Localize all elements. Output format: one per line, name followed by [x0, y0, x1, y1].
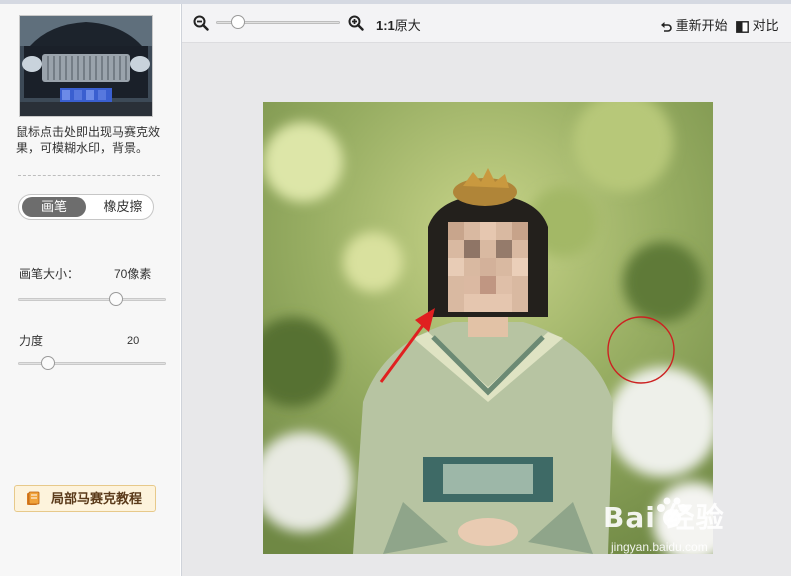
- strength-value: 20: [127, 335, 140, 347]
- toolbar: 1:1原大 重新开始 对比: [182, 4, 791, 43]
- baidu-watermark: Bai 经验 jingyan.baidu.com: [603, 496, 773, 556]
- compare-icon: [736, 20, 749, 33]
- car-image: [20, 16, 152, 116]
- compare-button[interactable]: 对比: [736, 15, 779, 34]
- watermark-url: jingyan.baidu.com: [611, 540, 708, 554]
- reset-label: 重新开始: [675, 18, 728, 33]
- original-size-label: 原大: [394, 18, 421, 33]
- eraser-tab[interactable]: 橡皮擦: [95, 197, 151, 217]
- strength-slider-handle[interactable]: [40, 356, 55, 370]
- divider: [18, 175, 160, 176]
- watermark-text: Bai 经验: [603, 501, 725, 534]
- strength-label: 力度: [19, 334, 44, 348]
- reset-button[interactable]: 重新开始: [660, 15, 728, 34]
- source-thumbnail[interactable]: [19, 15, 153, 117]
- tutorial-label: 局部马赛克教程: [51, 491, 143, 506]
- original-size-button[interactable]: 1:1原大: [376, 15, 421, 34]
- brush-tab[interactable]: 画笔: [22, 197, 86, 217]
- editor-main: 1:1原大 重新开始 对比 Bai 经验 jingyan.baidu.com: [181, 4, 791, 576]
- brush-size-slider[interactable]: [18, 298, 166, 301]
- zoom-slider-handle[interactable]: [231, 15, 246, 29]
- undo-icon: [661, 21, 672, 32]
- mosaic-description: 鼠标点击处即出现马赛克效果，可模糊水印，背景。: [16, 125, 161, 155]
- zoom-in-icon[interactable]: [348, 15, 364, 31]
- left-panel: 鼠标点击处即出现马赛克效果，可模糊水印，背景。 画笔 橡皮擦 画笔大小： 70像…: [0, 4, 180, 576]
- editing-canvas[interactable]: [263, 102, 713, 554]
- book-icon: [27, 491, 40, 505]
- brush-size-slider-handle[interactable]: [108, 292, 123, 306]
- brush-size-value: 70像素: [114, 267, 152, 281]
- brush-size-label: 画笔大小：: [19, 267, 80, 281]
- brush-eraser-toggle: 画笔 橡皮擦: [18, 194, 154, 220]
- photo-image: [263, 102, 713, 554]
- compare-label: 对比: [752, 18, 779, 33]
- mosaic-tutorial-button[interactable]: 局部马赛克教程: [14, 485, 156, 512]
- zoom-out-icon[interactable]: [193, 15, 209, 31]
- ratio-text: 1:1: [376, 18, 395, 33]
